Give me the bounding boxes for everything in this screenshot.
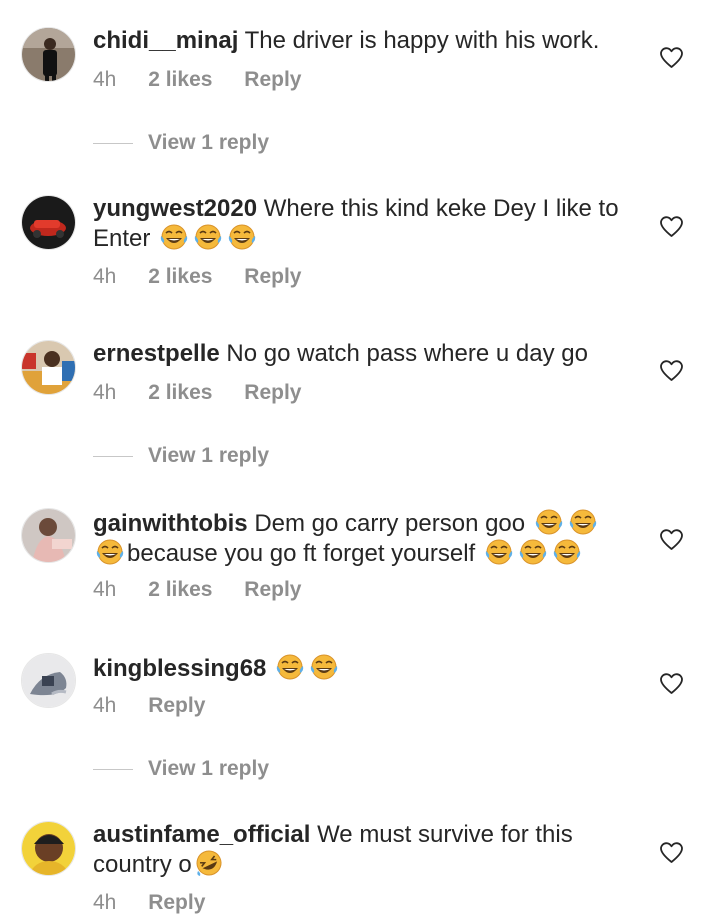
laughing-emoji-icon [518,539,547,565]
laughing-emoji-icon [194,224,223,250]
view-replies-button[interactable]: View 1 reply [93,131,269,155]
view-replies-label[interactable]: View 1 reply [148,444,269,468]
comment-meta: 4h 2 likes Reply [93,265,327,289]
comment-text: ernestpelle No go watch pass where u day… [93,340,633,368]
comment-body: No go watch pass where u day go [226,340,588,367]
comment-text: kingblessing68 [93,653,633,683]
avatar[interactable] [21,653,76,708]
avatar-photo [22,654,75,707]
laughing-emoji-icon [484,539,513,565]
comment-username[interactable]: chidi__minaj [93,27,238,54]
likes-count[interactable]: 2 likes [148,578,212,601]
heart-icon[interactable] [660,360,683,382]
comment-time: 4h [93,891,117,914]
laughing-emoji-icon [568,509,597,535]
heart-icon[interactable] [660,673,683,695]
rolling-laughing-emoji-icon [193,849,224,877]
avatar[interactable] [21,340,76,395]
view-replies-button[interactable]: View 1 reply [93,757,269,781]
comment-time: 4h [93,578,117,601]
comment-meta: 4h Reply [93,891,231,915]
avatar-photo [22,196,75,249]
comment-time: 4h [93,694,117,717]
avatar-photo [22,509,75,562]
view-replies-label[interactable]: View 1 reply [148,757,269,781]
comment-meta: 4h 2 likes Reply [93,68,327,92]
likes-count[interactable]: 2 likes [148,68,212,91]
laughing-emoji-icon [534,509,563,535]
comment-text: chidi__minaj The driver is happy with hi… [93,27,633,55]
comment-body-part1: Dem go carry person goo [254,510,526,537]
view-replies-label[interactable]: View 1 reply [148,131,269,155]
avatar[interactable] [21,508,76,563]
divider-line [93,768,133,770]
laughing-emoji-icon [96,539,124,565]
comment-text: yungwest2020 Where this kind keke Dey I … [93,195,633,253]
comment-body: The driver is happy with his work. [244,27,600,54]
laughing-emoji-icon [310,654,339,680]
comment-body-part2: because you go ft forget yourself [127,540,476,567]
heart-icon[interactable] [660,47,683,69]
likes-count[interactable]: 2 likes [148,265,212,288]
reply-button[interactable]: Reply [244,381,301,404]
comment-text: gainwithtobis Dem go carry person goo be… [93,508,633,568]
comment-username[interactable]: gainwithtobis [93,510,248,537]
comment-time: 4h [93,265,117,288]
reply-button[interactable]: Reply [244,578,301,601]
comment-username[interactable]: ernestpelle [93,340,220,367]
avatar[interactable] [21,27,76,82]
comment-meta: 4h Reply [93,694,231,718]
divider-line [93,455,133,457]
comment-meta: 4h 2 likes Reply [93,578,327,602]
likes-count[interactable]: 2 likes [148,381,212,404]
divider-line [93,142,133,144]
laughing-emoji-icon [552,539,581,565]
laughing-emoji-icon [160,224,189,250]
comment-time: 4h [93,381,117,404]
avatar-photo [22,822,75,875]
comment-username[interactable]: kingblessing68 [93,655,266,682]
comment-time: 4h [93,68,117,91]
laughing-emoji-icon [228,224,257,250]
comment-meta: 4h 2 likes Reply [93,381,327,405]
heart-icon[interactable] [660,529,683,551]
avatar[interactable] [21,195,76,250]
heart-icon[interactable] [660,842,683,864]
comment-text: austinfame_official We must survive for … [93,821,633,879]
comment-username[interactable]: yungwest2020 [93,195,257,222]
reply-button[interactable]: Reply [244,68,301,91]
avatar[interactable] [21,821,76,876]
view-replies-button[interactable]: View 1 reply [93,444,269,468]
laughing-emoji-icon [276,654,305,680]
heart-icon[interactable] [660,216,683,238]
avatar-photo [22,28,75,81]
comment-username[interactable]: austinfame_official [93,821,310,848]
reply-button[interactable]: Reply [148,891,205,914]
avatar-photo [22,341,75,394]
reply-button[interactable]: Reply [244,265,301,288]
reply-button[interactable]: Reply [148,694,205,717]
